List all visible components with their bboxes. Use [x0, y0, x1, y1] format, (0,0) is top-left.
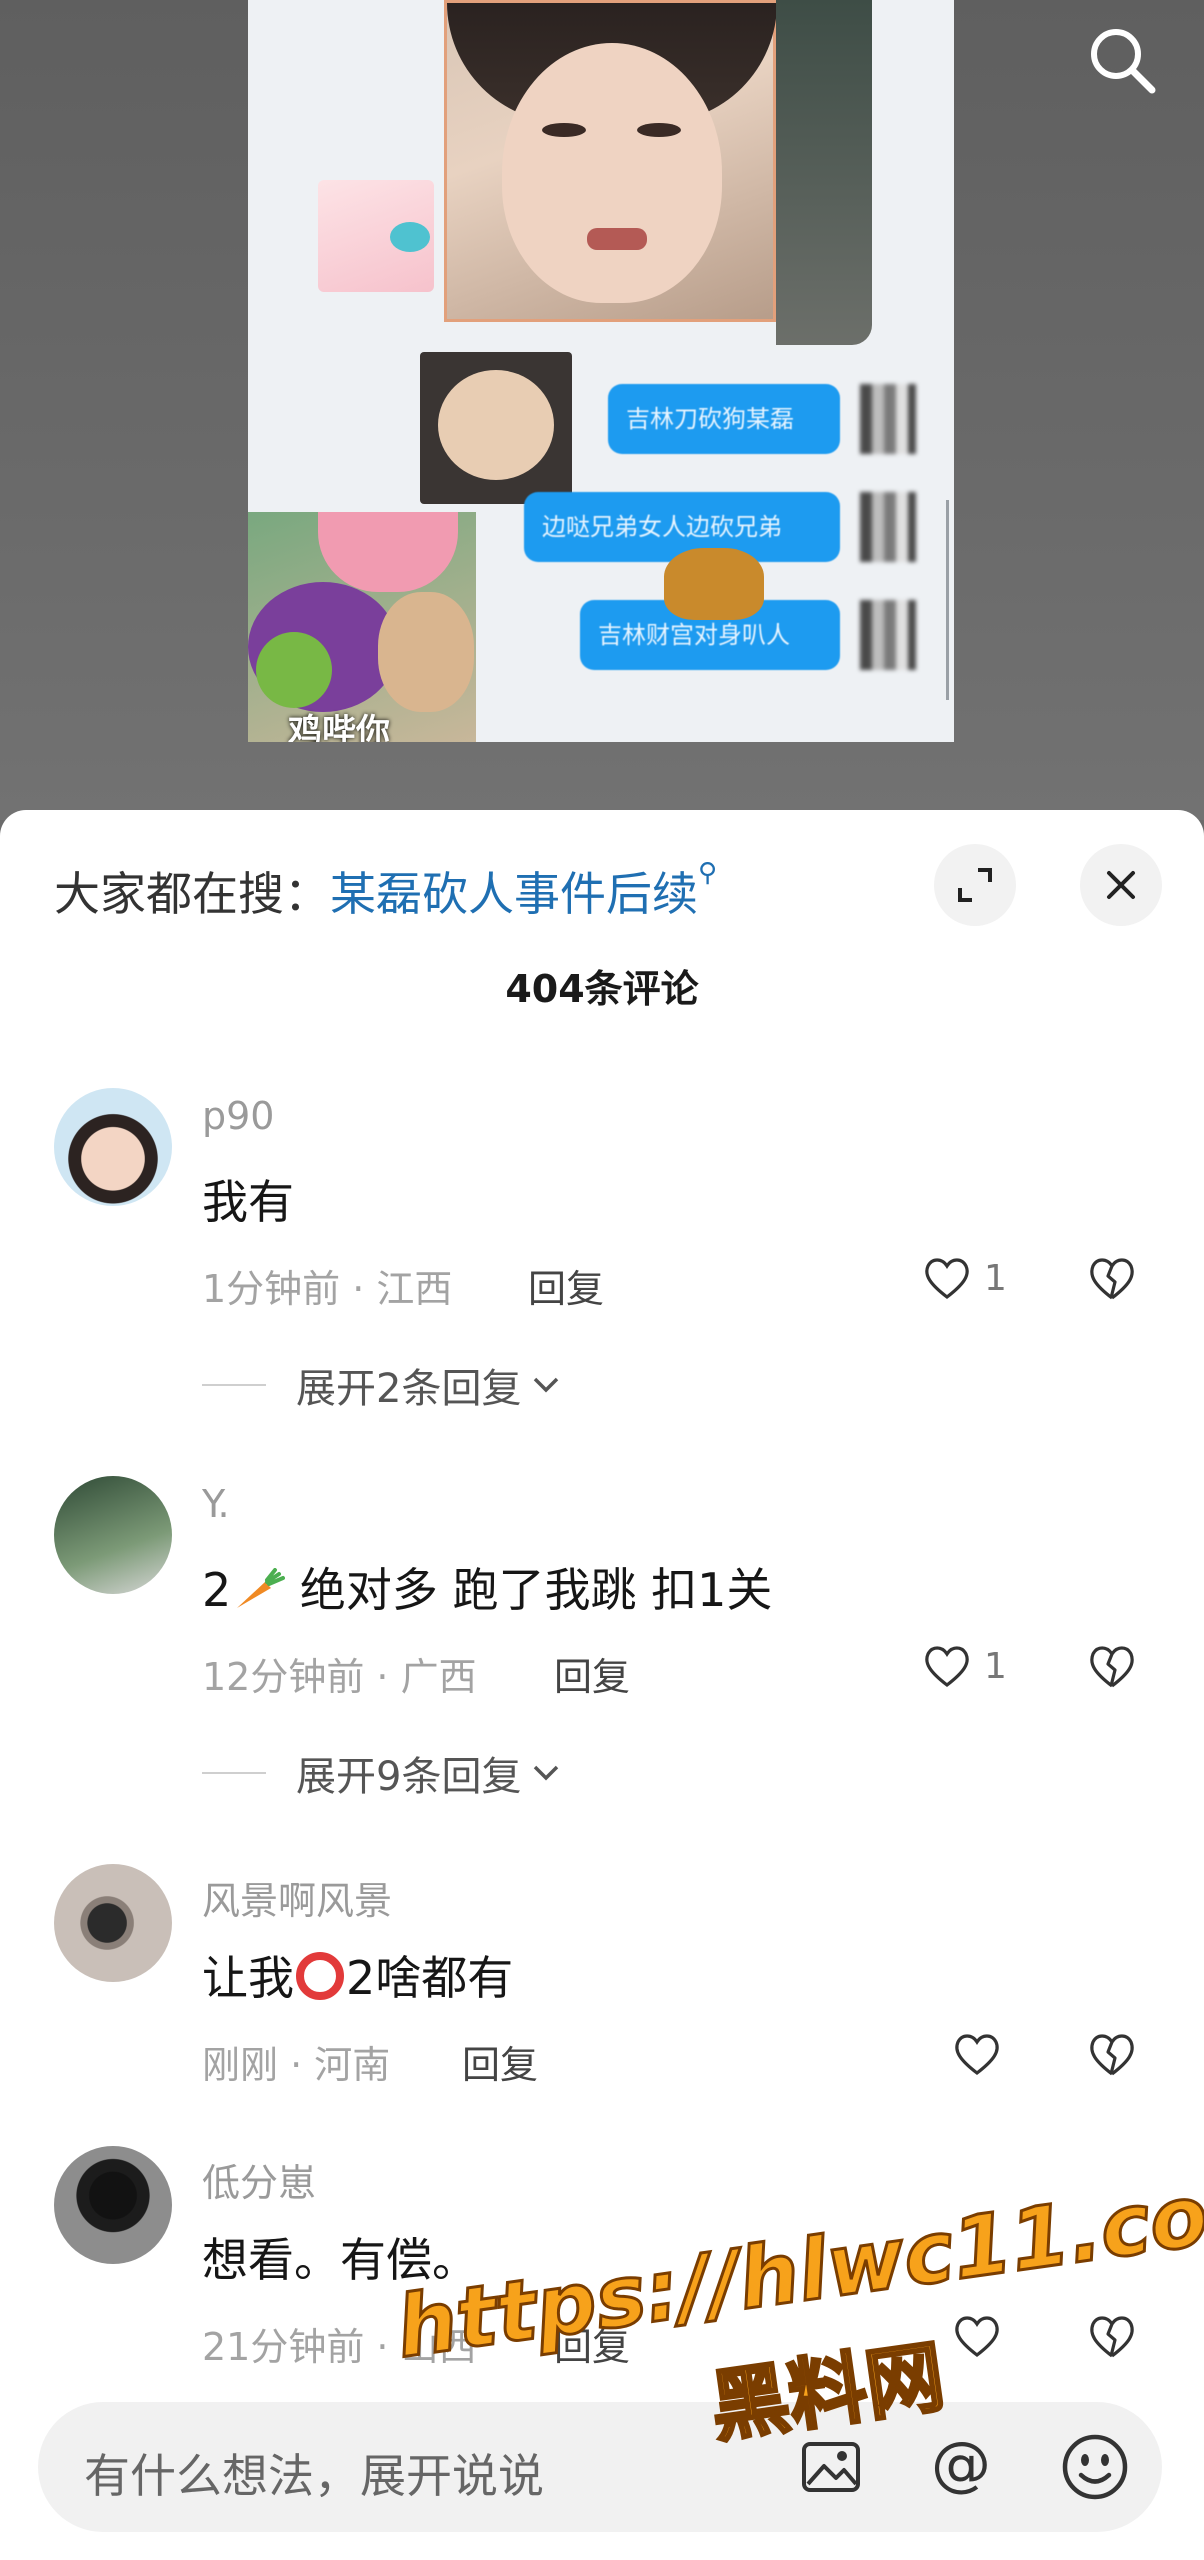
- comment-text-prefix: 让我: [202, 1951, 294, 2005]
- sticker-caption: 鸡哔你: [288, 712, 390, 742]
- like-button[interactable]: 1: [920, 1636, 1007, 1696]
- avatar[interactable]: [54, 1864, 172, 1982]
- comment-time-location: 1分钟前 · 江西: [202, 1267, 453, 1311]
- reply-button[interactable]: 回复: [462, 2034, 538, 2089]
- left-eye: [542, 123, 586, 137]
- comment-time-location: 刚刚 · 河南: [202, 2043, 391, 2087]
- expand-replies-label: 展开2条回复: [296, 1366, 522, 1412]
- chat-bubble-1: 吉林刀砍狗某磊: [608, 384, 840, 454]
- heart-icon: [955, 2034, 999, 2076]
- hot-search-topic-link[interactable]: 某磊砍人事件后续: [330, 867, 698, 921]
- comment-input-placeholder[interactable]: 有什么想法，展开说说: [84, 2440, 544, 2506]
- expand-fullscreen-button[interactable]: [934, 844, 1016, 926]
- video-player[interactable]: 吉林刀砍狗某磊 边哒兄弟女人边砍兄弟 吉林财宫对身叭人 鸡哔你: [0, 0, 1204, 820]
- heart-icon: [955, 2316, 999, 2358]
- comment-text-suffix: 绝对多 跑了我跳 扣1关: [285, 1563, 773, 1617]
- emoji-button[interactable]: [1054, 2426, 1136, 2508]
- like-count: 1: [984, 1257, 1007, 1299]
- heart-icon: [925, 1258, 969, 1300]
- hot-search-prefix: 大家都在搜：: [54, 867, 330, 921]
- reply-button[interactable]: 回复: [528, 1258, 604, 1313]
- chat-scrollbar: [946, 500, 949, 700]
- comment-sheet: 大家都在搜：某磊砍人事件后续⚲ 404条评论 p90 我有 1分钟前 · 江西 …: [0, 810, 1204, 2560]
- comment-count-title: 404条评论: [505, 967, 699, 1011]
- chevron-down-icon: [534, 1765, 559, 1781]
- search-button[interactable]: [1080, 18, 1164, 102]
- expand-replies-button[interactable]: 展开2条回复: [202, 1356, 565, 1414]
- hot-search-bar: 大家都在搜：某磊砍人事件后续⚲: [54, 858, 717, 924]
- blurred-avatar-2: [860, 492, 916, 562]
- svg-text:@: @: [931, 2429, 991, 2499]
- pig-face: [438, 370, 554, 480]
- toy-gun-tip: [256, 632, 332, 708]
- broken-heart-icon: [1090, 2316, 1134, 2358]
- expand-replies-label: 展开9条回复: [296, 1754, 522, 1800]
- carrot-emoji-icon: [237, 1568, 286, 1608]
- broken-heart-icon: [1090, 1258, 1134, 1300]
- like-button[interactable]: [950, 2306, 1004, 2366]
- reply-button[interactable]: 回复: [554, 1646, 630, 1701]
- like-button[interactable]: 1: [920, 1248, 1007, 1308]
- close-icon: [1107, 871, 1135, 899]
- comment-text-prefix: 2: [202, 1563, 232, 1617]
- comment-time-location: 21分钟前 · 山西: [202, 2325, 477, 2369]
- search-icon: [1091, 29, 1156, 94]
- cat: [378, 592, 474, 712]
- close-comments-button[interactable]: [1080, 844, 1162, 926]
- reply-button[interactable]: 回复: [554, 2316, 630, 2371]
- cat-sticker-image: 鸡哔你: [248, 512, 476, 742]
- video-frame: 吉林刀砍狗某磊 边哒兄弟女人边砍兄弟 吉林财宫对身叭人 鸡哔你: [248, 0, 954, 742]
- expand-icon: [958, 868, 992, 902]
- avatar[interactable]: [54, 1476, 172, 1594]
- right-eye: [637, 123, 681, 137]
- comment-input-bar[interactable]: 有什么想法，展开说说 @: [38, 2402, 1162, 2532]
- pink-sticker-image: [318, 180, 434, 292]
- comment-username[interactable]: 低分崽: [202, 2152, 316, 2207]
- red-circle-emoji-icon: [296, 1952, 344, 2000]
- image-picker-button[interactable]: [790, 2426, 872, 2508]
- dislike-button[interactable]: [1084, 1638, 1140, 1694]
- face: [502, 43, 722, 303]
- pig-sticker-image: [420, 352, 572, 504]
- divider-dash: [202, 1772, 266, 1774]
- broken-heart-icon: [1090, 2034, 1134, 2076]
- dislike-button[interactable]: [1084, 2026, 1140, 2082]
- comment-text: 我有: [202, 1175, 294, 1229]
- comment-time-location: 12分钟前 · 广西: [202, 1655, 477, 1699]
- comment-text: 让我 2啥都有: [202, 1942, 513, 2008]
- blurred-avatar-1: [860, 384, 916, 454]
- comment-text: 2 绝对多 跑了我跳 扣1关: [202, 1554, 772, 1620]
- dislike-button[interactable]: [1084, 1250, 1140, 1306]
- comment-username[interactable]: p90: [202, 1094, 274, 1138]
- mention-button[interactable]: @: [920, 2426, 1002, 2508]
- like-button[interactable]: [950, 2024, 1004, 2084]
- heart-icon: [925, 1646, 969, 1688]
- dislike-button[interactable]: [1084, 2308, 1140, 2364]
- blurred-avatar-3: [860, 600, 916, 670]
- fish-sticker-icon: [390, 222, 430, 252]
- at-sign-icon: @: [931, 2429, 991, 2499]
- comment-text: 想看。有偿。: [202, 2233, 478, 2287]
- bear-sticker-icon: [664, 548, 764, 620]
- comment-text-suffix: 2啥都有: [346, 1951, 514, 2005]
- comment-username[interactable]: 风景啊风景: [202, 1870, 392, 1925]
- pink-hat: [318, 512, 458, 592]
- image-icon: [802, 2442, 860, 2492]
- chevron-down-icon: [534, 1377, 559, 1393]
- avatar[interactable]: [54, 2146, 172, 2264]
- small-search-icon: ⚲: [698, 858, 718, 888]
- expand-replies-button[interactable]: 展开9条回复: [202, 1744, 565, 1802]
- broken-heart-icon: [1090, 1646, 1134, 1688]
- mouth: [587, 228, 647, 250]
- avatar[interactable]: [54, 1088, 172, 1206]
- girl-face-image: [444, 0, 777, 322]
- smiley-icon: [1062, 2434, 1128, 2500]
- background-photo: [776, 0, 872, 345]
- comment-username[interactable]: Y.: [202, 1482, 230, 1526]
- divider-dash: [202, 1384, 266, 1386]
- like-count: 1: [984, 1645, 1007, 1687]
